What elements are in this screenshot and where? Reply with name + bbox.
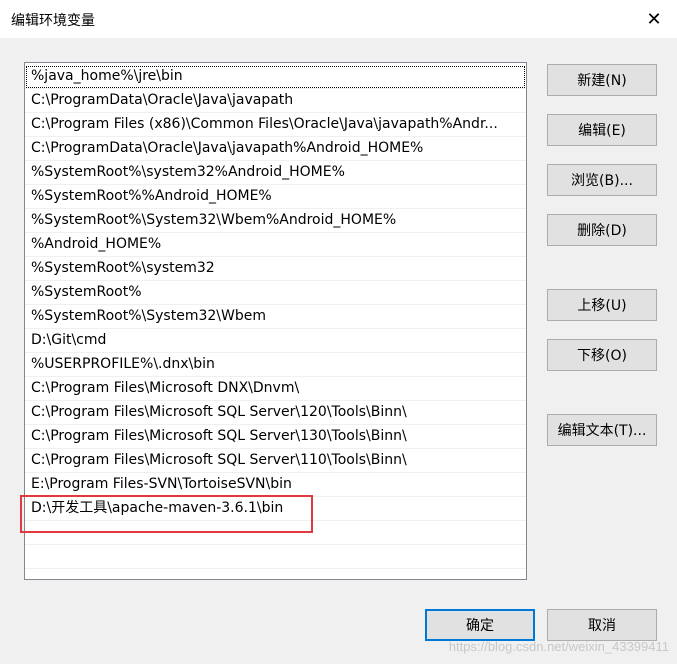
move-down-button[interactable]: 下移(O) xyxy=(547,339,657,371)
list-item[interactable]: C:\Program Files\Microsoft DNX\Dnvm\ xyxy=(25,377,526,401)
path-list[interactable]: %java_home%\jre\bin C:\ProgramData\Oracle… xyxy=(24,62,527,580)
list-item[interactable]: %SystemRoot%\system32%Android_HOME% xyxy=(25,161,526,185)
browse-button[interactable]: 浏览(B)... xyxy=(547,164,657,196)
list-item[interactable]: %USERPROFILE%\.dnx\bin xyxy=(25,353,526,377)
list-item[interactable] xyxy=(25,521,526,545)
edit-text-button[interactable]: 编辑文本(T)... xyxy=(547,414,657,446)
list-item[interactable] xyxy=(25,545,526,569)
list-item[interactable]: %SystemRoot%\System32\Wbem%Android_HOME% xyxy=(25,209,526,233)
list-item[interactable]: C:\Program Files\Microsoft SQL Server\11… xyxy=(25,449,526,473)
ok-button[interactable]: 确定 xyxy=(425,609,535,641)
list-item[interactable]: %SystemRoot%\system32 xyxy=(25,257,526,281)
list-item[interactable]: E:\Program Files-SVN\TortoiseSVN\bin xyxy=(25,473,526,497)
list-item[interactable]: %SystemRoot%\System32\Wbem xyxy=(25,305,526,329)
edit-button[interactable]: 编辑(E) xyxy=(547,114,657,146)
close-icon[interactable]: ✕ xyxy=(631,0,677,38)
cancel-button[interactable]: 取消 xyxy=(547,609,657,641)
list-item[interactable]: %java_home%\jre\bin xyxy=(25,65,526,89)
window-title: 编辑环境变量 xyxy=(11,13,95,29)
list-item[interactable]: C:\ProgramData\Oracle\Java\javapath xyxy=(25,89,526,113)
list-item[interactable]: %Android_HOME% xyxy=(25,233,526,257)
list-item[interactable]: C:\ProgramData\Oracle\Java\javapath%Andr… xyxy=(25,137,526,161)
title-bar: 编辑环境变量 ✕ xyxy=(0,0,677,38)
list-item[interactable]: C:\Program Files\Microsoft SQL Server\13… xyxy=(25,425,526,449)
list-item[interactable]: %SystemRoot% xyxy=(25,281,526,305)
list-item[interactable]: C:\Program Files\Microsoft SQL Server\12… xyxy=(25,401,526,425)
list-item[interactable]: D:\开发工具\apache-maven-3.6.1\bin xyxy=(25,497,526,521)
list-item[interactable]: D:\Git\cmd xyxy=(25,329,526,353)
move-up-button[interactable]: 上移(U) xyxy=(547,289,657,321)
list-item[interactable]: %SystemRoot%%Android_HOME% xyxy=(25,185,526,209)
list-item[interactable]: C:\Program Files (x86)\Common Files\Orac… xyxy=(25,113,526,137)
new-button[interactable]: 新建(N) xyxy=(547,64,657,96)
watermark: https://blog.csdn.net/weixin_43399411 xyxy=(448,639,669,654)
delete-button[interactable]: 删除(D) xyxy=(547,214,657,246)
